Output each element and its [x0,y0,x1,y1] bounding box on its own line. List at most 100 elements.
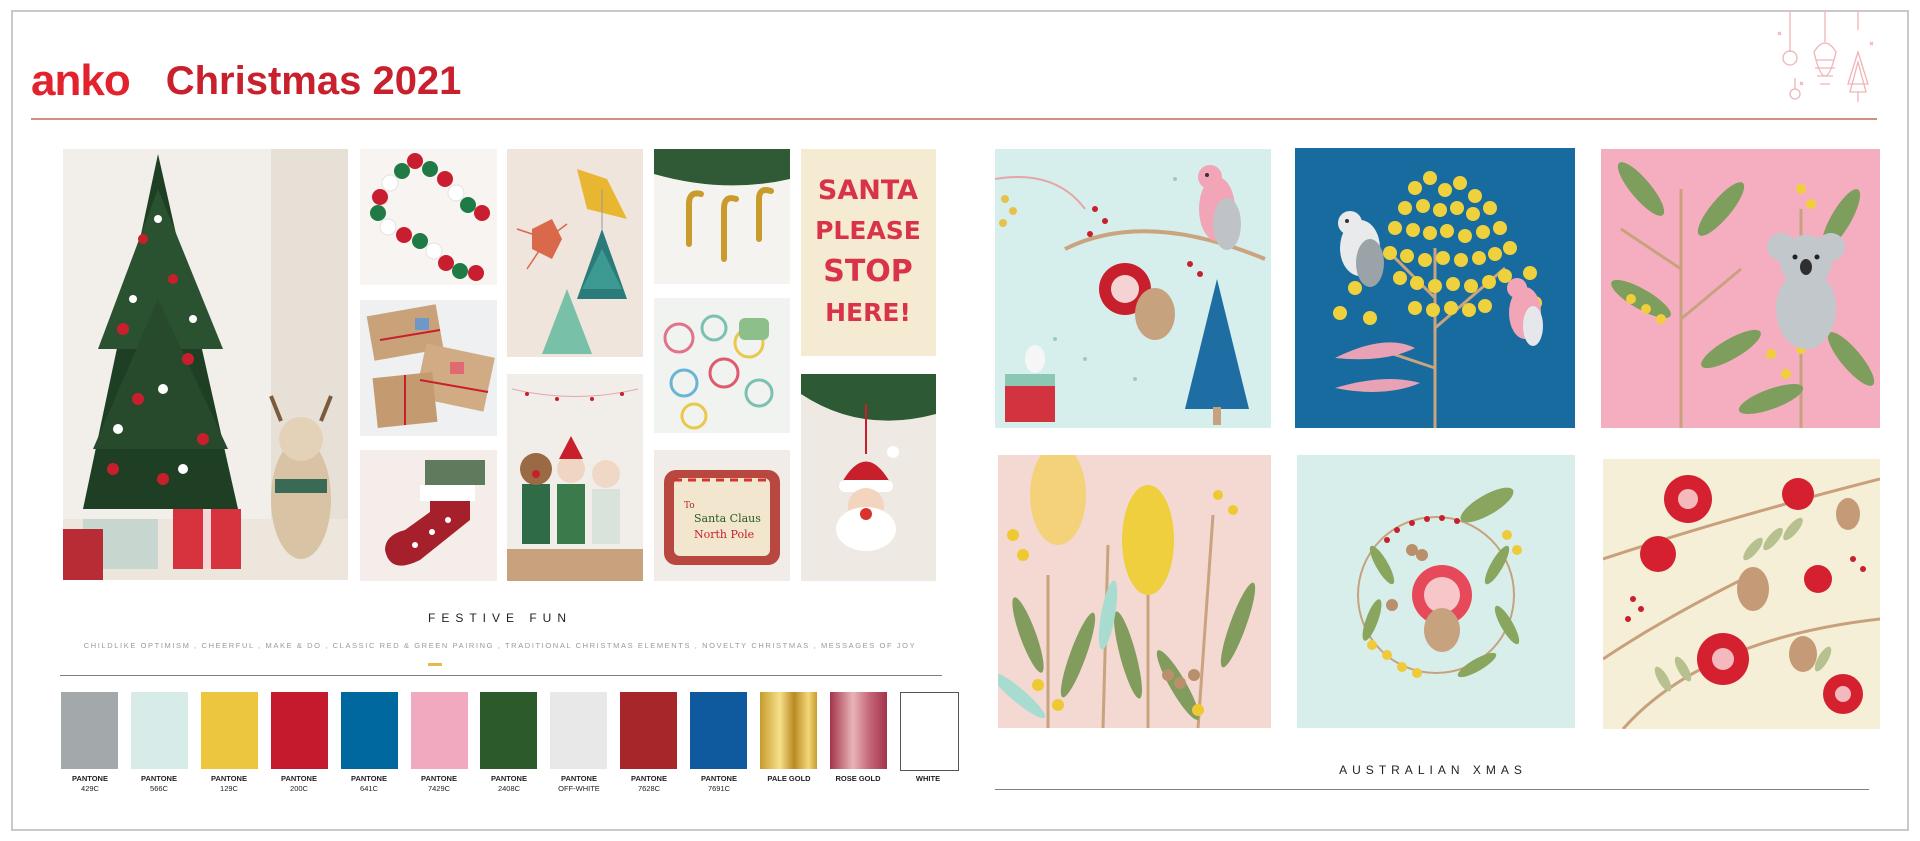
aus-print-cream-gumflowers [1603,459,1880,729]
wattle-flower [1388,221,1402,235]
pompom-garland-photo [360,149,497,285]
header-divider [31,118,1877,120]
aus-print-blush-banksia [998,455,1271,728]
swatch-code: OFF-WHITE [558,784,600,793]
swatch-name: PANTONE [561,774,597,783]
paper-ornaments-photo [507,149,643,357]
pillow-place-text: North Pole [694,528,754,541]
santa-pillow-photo: To Santa Claus North Pole [654,450,790,581]
festive-fun-caption: FESTIVE FUN [427,611,572,625]
felt-stocking-photo [360,450,497,581]
wattle-flower [1476,225,1490,239]
wattle-flower [1446,277,1460,291]
palette-swatch-label: PANTONE 2408C [475,774,543,794]
wattle-flower [1468,189,1482,203]
palette-swatch-label: PANTONE 7691C [685,774,753,794]
palette-swatch [620,692,677,769]
festive-keywords: CHILDLIKE OPTIMISM , CHEERFUL , MAKE & D… [83,641,917,650]
swatch-name: PANTONE [421,774,457,783]
wattle-flower [1400,249,1414,263]
wattle-flower [1462,303,1476,317]
wattle-flower [1428,279,1442,293]
santa-stop-here-print: SANTA PLEASE STOP HERE! [801,149,936,356]
swatch-name: PANTONE [281,774,317,783]
palette-swatch [760,692,817,769]
swatch-code: 129C [220,784,238,793]
swatch-name: PANTONE [141,774,177,783]
wattle-flower [1464,279,1478,293]
palette-swatch [341,692,398,769]
ornament-decoration-icon [1777,12,1874,102]
palette-swatch [900,692,959,771]
swatch-code: 7691C [707,784,731,793]
santa-ornament-photo [801,374,936,581]
wattle-flower [1383,246,1397,260]
palette-swatch-label: PANTONE 7628C [615,774,683,794]
aus-print-mint-galah [995,149,1271,428]
swatch-code: 429C [81,784,99,793]
aus-print-mint-wreath [1297,455,1575,728]
print-line-4: HERE! [825,298,911,327]
palette-swatch-label: PANTONE 429C [56,774,124,794]
stamped-baubles-photo [654,298,790,433]
swatch-code: 566C [150,784,168,793]
wattle-flower [1503,241,1517,255]
wattle-flower [1438,183,1452,197]
wattle-flower [1408,181,1422,195]
wattle-flower [1436,251,1450,265]
palette-swatch-label: PANTONE OFF-WHITE [545,774,613,794]
palette-swatch [690,692,747,769]
christmas-tree-photo [63,149,348,580]
palette-swatch-label: PANTONE 566C [125,774,193,794]
print-line-3: STOP [823,254,913,289]
palette-swatch [830,692,887,769]
palette-swatch-label: WHITE [894,774,962,784]
wattle-flower [1454,253,1468,267]
palette-swatch [61,692,118,769]
swatch-code: 641C [360,784,378,793]
swatch-name: PANTONE [211,774,247,783]
palette-swatch [271,692,328,769]
wattle-flower [1333,306,1347,320]
wrapped-parcels-photo [360,300,497,436]
palette-swatch-label: ROSE GOLD [824,774,892,784]
palette-swatch-label: PALE GOLD [755,774,823,784]
wattle-flower [1398,201,1412,215]
wattle-flower [1418,253,1432,267]
candy-cane-ornaments-photo [654,149,790,284]
palette-swatch [201,692,258,769]
wattle-flower [1433,203,1447,217]
wattle-flower [1348,281,1362,295]
wattle-flower [1482,275,1496,289]
swatch-name: PALE GOLD [767,774,811,783]
wattle-flower [1493,221,1507,235]
australian-xmas-caption: AUSTRALIAN XMAS [1339,763,1527,777]
swatch-name: PANTONE [72,774,108,783]
keywords-accent-underline [428,663,442,666]
palette-swatch-label: PANTONE 641C [335,774,403,794]
wattle-flower [1440,224,1454,238]
print-line-1: SANTA [818,175,918,206]
palette-swatch-label: PANTONE 200C [265,774,333,794]
swatch-name: PANTONE [351,774,387,783]
swatch-code: 7628C [637,784,661,793]
wattle-flower [1478,299,1492,313]
wattle-flower [1453,176,1467,190]
palette-swatch [550,692,607,769]
swatch-code: 2408C [497,784,521,793]
swatch-code: 200C [290,784,308,793]
wattle-flower [1466,207,1480,221]
palette-swatch [480,692,537,769]
palette-swatch [131,692,188,769]
pillow-name-text: Santa Claus [694,512,761,525]
wattle-flower [1444,301,1458,315]
wattle-flower [1498,269,1512,283]
swatch-name: ROSE GOLD [835,774,881,783]
print-line-2: PLEASE [815,216,921,245]
aus-print-blue-wattle [1295,148,1575,428]
wattle-flower [1393,271,1407,285]
swatch-name: PANTONE [631,774,667,783]
wattle-flower [1410,276,1424,290]
wattle-flower [1523,266,1537,280]
anko-logo: anko [31,56,131,105]
